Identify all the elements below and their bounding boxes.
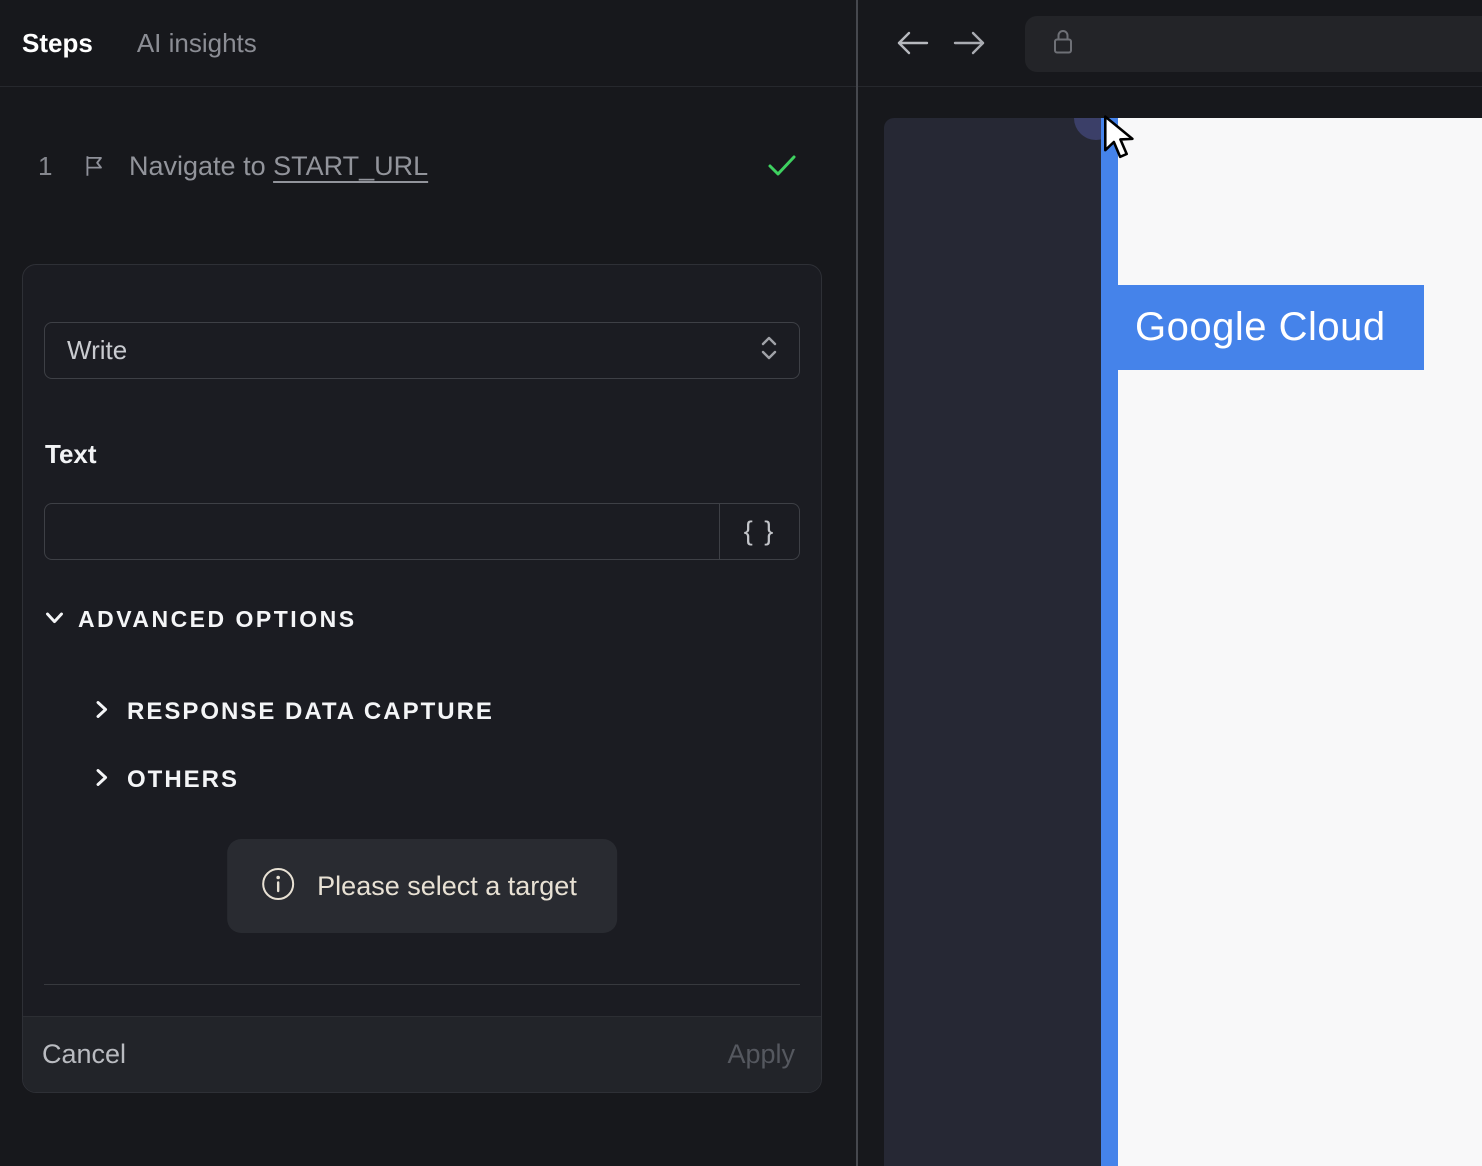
- section-label: OTHERS: [127, 766, 240, 793]
- cursor-icon: [1101, 115, 1141, 166]
- action-select-value: Write: [67, 335, 128, 365]
- browser-panel: Google Cloud: [858, 0, 1482, 1166]
- info-icon: [261, 867, 295, 906]
- back-button[interactable]: [895, 30, 931, 61]
- step-row[interactable]: 1 Navigate to START_URL: [0, 148, 856, 184]
- cancel-button[interactable]: Cancel: [42, 1039, 126, 1070]
- select-target-toast: Please select a target: [227, 839, 617, 933]
- section-label: RESPONSE DATA CAPTURE: [127, 698, 494, 725]
- flag-icon: [82, 153, 108, 179]
- lock-icon: [1051, 27, 1075, 62]
- steps-panel: Steps AI insights 1 Navigate to START_UR…: [0, 0, 856, 1166]
- footer-divider: [44, 984, 800, 985]
- section-others[interactable]: OTHERS: [91, 766, 239, 794]
- advanced-options-label: ADVANCED OPTIONS: [78, 606, 357, 632]
- page-content: Google Cloud: [1118, 118, 1482, 1166]
- insert-variable-button[interactable]: { }: [719, 504, 799, 559]
- page-sidebar: [884, 118, 1101, 1166]
- advanced-options-toggle[interactable]: ADVANCED OPTIONS: [44, 606, 357, 633]
- chevron-right-icon: [91, 767, 112, 793]
- step-title: Navigate to START_URL: [129, 150, 429, 181]
- action-select[interactable]: Write: [44, 322, 800, 379]
- text-field-label: Text: [45, 439, 97, 469]
- tab-ai-insights[interactable]: AI insights: [137, 28, 257, 59]
- chevron-down-icon: [44, 607, 65, 633]
- highlight-bar: [1101, 118, 1118, 1166]
- forward-button[interactable]: [951, 30, 987, 61]
- step-editor-card: Write Text { } ADVANCED OPTIONS RESPONSE…: [22, 264, 822, 1093]
- text-input[interactable]: [45, 504, 719, 559]
- tab-bar: Steps AI insights: [0, 0, 856, 87]
- chevron-right-icon: [91, 699, 112, 725]
- app-root: Steps AI insights 1 Navigate to START_UR…: [0, 0, 1482, 1166]
- google-cloud-label: Google Cloud: [1135, 305, 1386, 349]
- apply-button[interactable]: Apply: [727, 1039, 795, 1070]
- toast-text: Please select a target: [317, 870, 577, 901]
- step-number: 1: [38, 150, 53, 181]
- browser-toolbar: [858, 0, 1482, 87]
- check-icon: [767, 154, 797, 178]
- section-response-data-capture[interactable]: RESPONSE DATA CAPTURE: [91, 698, 494, 726]
- google-cloud-highlight[interactable]: Google Cloud: [1118, 285, 1424, 370]
- address-bar[interactable]: [1025, 16, 1482, 72]
- text-input-group: { }: [44, 503, 800, 560]
- start-url-link[interactable]: START_URL: [273, 151, 428, 181]
- browser-viewport: Google Cloud: [858, 88, 1482, 1166]
- select-chevron-icon: [759, 333, 779, 368]
- editor-footer: Cancel Apply: [23, 1016, 821, 1092]
- tab-steps[interactable]: Steps: [22, 28, 93, 59]
- highlight-dot: [1074, 118, 1101, 140]
